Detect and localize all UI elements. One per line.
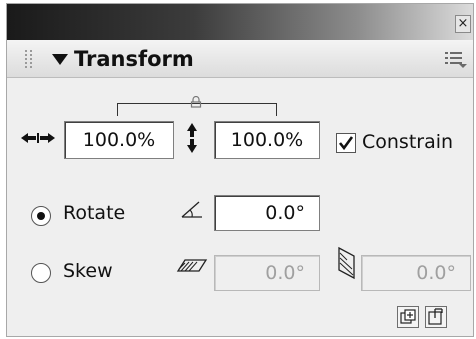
copy-and-transform-icon — [400, 309, 416, 324]
checkmark-icon — [338, 136, 354, 151]
copy-and-transform-button[interactable] — [397, 306, 419, 328]
rotate-label[interactable]: Rotate — [63, 202, 125, 224]
rotate-radio[interactable] — [31, 206, 51, 226]
reset-icon — [428, 308, 443, 325]
scale-width-icon — [21, 133, 55, 143]
scale-width-field[interactable]: 100.0% — [64, 121, 174, 159]
skew-label[interactable]: Skew — [63, 260, 113, 282]
constrain-checkbox[interactable] — [336, 133, 356, 153]
rotate-angle-icon — [181, 201, 202, 218]
scale-height-icon — [187, 123, 197, 153]
constrain-label[interactable]: Constrain — [362, 131, 453, 153]
panel-header[interactable]: Transform — [7, 40, 473, 78]
panel-title[interactable]: Transform — [74, 47, 194, 71]
triangle-down-icon[interactable] — [52, 54, 68, 65]
lock-icon — [190, 96, 202, 108]
close-button[interactable]: × — [455, 15, 471, 33]
skew-radio[interactable] — [31, 263, 51, 283]
reset-button[interactable] — [425, 306, 447, 328]
skew-horizontal-field[interactable]: 0.0° — [214, 255, 320, 291]
grip-icon[interactable] — [25, 50, 35, 68]
skew-vertical-field[interactable]: 0.0° — [361, 255, 471, 291]
rotate-angle-field[interactable]: 0.0° — [214, 195, 320, 231]
scale-height-field[interactable]: 100.0% — [214, 121, 320, 159]
skew-horizontal-icon — [176, 259, 208, 272]
skew-vertical-icon — [338, 246, 355, 280]
transform-panel: × Transform 100.0% 100.0% Constrain Rota… — [6, 3, 474, 337]
panel-titlebar[interactable]: × — [7, 4, 473, 40]
radio-selected-dot — [37, 212, 45, 220]
options-menu-icon[interactable] — [445, 51, 467, 69]
